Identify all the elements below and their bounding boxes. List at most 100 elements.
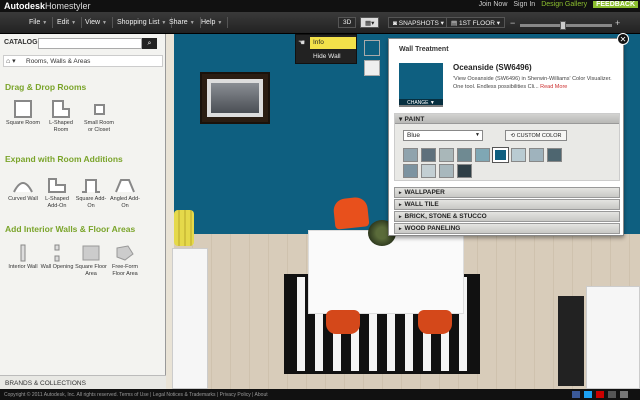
share-icon[interactable] xyxy=(608,391,616,398)
chevron-down-icon: ▼ xyxy=(42,20,48,26)
brands-collections-tab[interactable]: BRANDS & COLLECTIONS xyxy=(0,375,166,389)
home-icon[interactable]: ⌂ ▾ xyxy=(6,57,16,65)
l-shaped-room-icon xyxy=(50,100,72,118)
view-2d-button[interactable]: ▦▾ xyxy=(360,17,380,28)
l-shaped-room-label: L-Shaped Room xyxy=(49,120,73,133)
share-menu-label: Share xyxy=(169,19,188,26)
feedback-button[interactable]: FEEDBACK xyxy=(593,1,638,8)
search-button[interactable]: ⌕ xyxy=(142,38,157,49)
orange-chair[interactable] xyxy=(326,310,360,334)
section-title-interior: Add Interior Walls & Floor Areas xyxy=(5,224,136,234)
wall-tile-label: WALL TILE xyxy=(404,201,439,208)
paint-swatch[interactable] xyxy=(492,147,509,163)
chevron-down-icon: ▼ xyxy=(217,20,223,26)
square-room-icon xyxy=(12,100,34,118)
paint-swatch[interactable] xyxy=(421,164,436,178)
breadcrumb[interactable]: ⌂ ▾ Rooms, Walls & Areas xyxy=(3,55,163,67)
panel-title: Wall Treatment xyxy=(399,46,449,53)
paint-swatch[interactable] xyxy=(421,148,436,162)
paint-swatch[interactable] xyxy=(439,164,454,178)
twitter-icon[interactable] xyxy=(584,391,592,398)
view-menu-label: View xyxy=(85,19,101,26)
custom-color-button[interactable]: ⟲ CUSTOM COLOR xyxy=(505,130,567,141)
orange-chair[interactable] xyxy=(332,196,370,230)
facebook-icon[interactable] xyxy=(572,391,580,398)
view-menu[interactable]: View ▼ xyxy=(80,17,113,28)
join-now-link[interactable]: Join Now xyxy=(479,1,508,8)
edit-menu-label: Edit xyxy=(57,19,70,26)
zoom-in-button[interactable]: + xyxy=(615,18,620,28)
paint-swatch[interactable] xyxy=(457,148,472,162)
freeform-floor-area-item[interactable]: Free-Form Floor Area xyxy=(108,244,142,278)
wall-opening-item[interactable]: Wall Opening xyxy=(40,244,74,271)
paint-swatch[interactable] xyxy=(529,148,544,162)
curved-wall-item[interactable]: Curved Wall xyxy=(6,176,40,203)
file-menu[interactable]: File ▼ xyxy=(24,17,54,28)
wall-tile-section-header[interactable]: ▸ WALL TILE xyxy=(394,199,620,210)
color-family-select[interactable]: Blue ▼ xyxy=(403,130,483,141)
flower-vase[interactable] xyxy=(174,210,194,246)
wall-treatment-panel: ✕ Wall Treatment CHANGE ▼ Oceanside (SW6… xyxy=(388,33,629,236)
l-shaped-room-item[interactable]: L-Shaped Room xyxy=(44,100,78,134)
paint-swatch[interactable] xyxy=(439,148,454,162)
orange-chair[interactable] xyxy=(418,310,452,334)
angled-addon-item[interactable]: Angled Add-On xyxy=(108,176,142,210)
design-gallery-link[interactable]: Design Gallery xyxy=(541,1,587,8)
wall-art-frame[interactable] xyxy=(200,72,270,124)
wood-paneling-label: WOOD PANELING xyxy=(404,225,461,232)
current-wall-color-swatch[interactable] xyxy=(364,40,380,56)
color-description-text: 'View Oceanside (SW6496) in Sherwin-Will… xyxy=(453,76,612,90)
color-family-value: Blue xyxy=(407,132,421,139)
hide-wall-menu-item[interactable]: Hide Wall xyxy=(310,51,356,63)
l-shaped-addon-icon xyxy=(46,176,68,194)
wallpaper-section-header[interactable]: ▸ WALLPAPER xyxy=(394,187,620,198)
sign-in-link[interactable]: Sign In xyxy=(513,1,535,8)
zoom-slider[interactable] xyxy=(520,24,612,27)
paint-swatch[interactable] xyxy=(511,148,526,162)
fullscreen-icon[interactable] xyxy=(620,391,628,398)
square-addon-item[interactable]: Square Add-On xyxy=(74,176,108,210)
color-description: 'View Oceanside (SW6496) in Sherwin-Will… xyxy=(453,75,619,91)
l-shaped-addon-item[interactable]: L-Shaped Add-On xyxy=(40,176,74,210)
chevron-down-icon: ▼ xyxy=(475,132,480,138)
info-menu-item[interactable]: Info xyxy=(310,37,356,49)
zoom-slider-handle[interactable] xyxy=(560,21,566,30)
read-more-link[interactable]: Read More xyxy=(540,84,567,90)
paint-swatch[interactable] xyxy=(403,164,418,178)
brick-stone-section-header[interactable]: ▸ BRICK, STONE & STUCCO xyxy=(394,211,620,222)
square-addon-label: Square Add-On xyxy=(75,196,107,209)
paint-header-label: PAINT xyxy=(404,116,425,123)
square-room-item[interactable]: Square Room xyxy=(6,100,40,127)
paint-swatch[interactable] xyxy=(403,148,418,162)
angled-addon-icon xyxy=(114,176,136,194)
help-menu[interactable]: Help ▼ xyxy=(196,17,229,28)
wallpaper-label: WALLPAPER xyxy=(404,189,445,196)
paint-header[interactable]: ▾ PAINT xyxy=(395,114,619,124)
angled-addon-label: Angled Add-On xyxy=(110,196,140,209)
wood-paneling-section-header[interactable]: ▸ WOOD PANELING xyxy=(394,223,620,234)
change-button[interactable]: CHANGE ▼ xyxy=(399,99,443,107)
zoom-out-button[interactable]: − xyxy=(510,18,515,28)
paint-swatch[interactable] xyxy=(475,148,490,162)
catalog-search-input[interactable] xyxy=(38,38,142,49)
youtube-icon[interactable] xyxy=(596,391,604,398)
small-room-item[interactable]: Small Room or Closet xyxy=(82,100,116,134)
wood-stove[interactable] xyxy=(558,296,584,386)
paint-swatch[interactable] xyxy=(547,148,562,162)
edit-menu[interactable]: Edit ▼ xyxy=(52,17,83,28)
view-3d-button[interactable]: 3D xyxy=(338,17,357,28)
alternate-swatch[interactable] xyxy=(364,60,380,76)
interior-wall-label: Interior Wall xyxy=(8,264,38,270)
copyright-text: Copyright © 2011 Autodesk, Inc. All righ… xyxy=(4,392,268,398)
interior-wall-item[interactable]: Interior Wall xyxy=(6,244,40,271)
sofa-right[interactable] xyxy=(586,286,640,389)
paint-swatch[interactable] xyxy=(457,164,472,178)
brand-logo[interactable]: AutodeskHomestyler xyxy=(4,1,91,11)
square-floor-area-item[interactable]: Square Floor Area xyxy=(74,244,108,278)
triangle-right-icon: ▸ xyxy=(399,202,402,208)
snapshots-button[interactable]: ◙ SNAPSHOTS ▾ xyxy=(388,17,449,28)
sofa-left[interactable] xyxy=(172,248,208,389)
floor-selector[interactable]: ▤ 1ST FLOOR ▾ xyxy=(446,17,506,28)
curved-wall-icon xyxy=(12,176,34,194)
close-icon[interactable]: ✕ xyxy=(617,33,629,45)
